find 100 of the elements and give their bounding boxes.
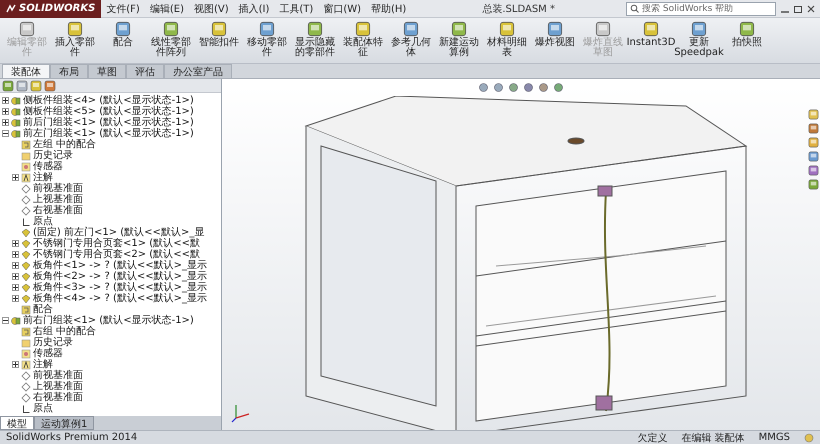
assembly-icon	[11, 106, 21, 116]
tree-item[interactable]: 原点	[33, 216, 53, 227]
assembly-icon	[11, 316, 21, 326]
tree-item[interactable]: 板角件<1> -> ? (默认<<默认>_显示	[33, 260, 207, 271]
command-tab[interactable]: 评估	[126, 64, 164, 78]
origin-icon	[22, 218, 30, 226]
tree-item[interactable]: 板角件<2> -> ? (默认<<默认>_显示	[33, 271, 207, 282]
assembly-icon	[11, 96, 21, 106]
menu-item[interactable]: 插入(I)	[234, 0, 274, 16]
menu-item[interactable]: 工具(T)	[274, 0, 318, 16]
assembly-icon	[11, 128, 21, 138]
expand-toggle[interactable]	[12, 295, 19, 302]
tree-item[interactable]: 右视基准面	[33, 392, 83, 403]
expand-toggle[interactable]	[12, 251, 19, 258]
expand-toggle[interactable]	[12, 284, 19, 291]
expand-toggle[interactable]	[12, 273, 19, 280]
menu-item[interactable]: 编辑(E)	[144, 0, 189, 16]
tree-item[interactable]: 不锈钢门专用合页套<1> (默认<<默	[33, 238, 200, 249]
tree-item[interactable]: 板角件<4> -> ? (默认<<默认>_显示	[33, 293, 207, 304]
tree-item[interactable]: 侧板件组装<4> (默认<显示状态-1>)	[23, 95, 194, 106]
tree-item[interactable]: 右组 中的配合	[33, 326, 96, 337]
tree-item[interactable]: 历史记录	[33, 150, 73, 161]
paperclip-icon	[21, 326, 31, 336]
sensor-icon	[21, 162, 31, 172]
toolbar-button[interactable]: 爆炸视图	[532, 21, 578, 48]
toolbar-button[interactable]: Instant3D	[628, 21, 674, 48]
toolbar-button[interactable]: 新建运动算例	[436, 21, 482, 58]
model-tab[interactable]: 模型	[0, 416, 34, 430]
tool-icon	[739, 21, 755, 37]
product-name: SolidWorks Premium 2014	[6, 432, 138, 443]
paperclip-icon	[21, 304, 31, 314]
tool-icon	[163, 21, 179, 37]
toolbar-button[interactable]: 显示隐藏的零部件	[292, 21, 338, 58]
tree-item[interactable]: 板角件<3> -> ? (默认<<默认>_显示	[33, 282, 207, 293]
expand-toggle[interactable]	[12, 174, 19, 181]
tree-item[interactable]: (固定) 前左门<1> (默认<<默认>_显	[33, 227, 204, 238]
model-tab[interactable]: 运动算例1	[34, 416, 94, 430]
tool-icon	[499, 21, 515, 37]
tree-item[interactable]: 上视基准面	[33, 381, 83, 392]
tree-item[interactable]: 传感器	[33, 161, 63, 172]
tool-icon	[355, 21, 371, 37]
tree-item[interactable]: 上视基准面	[33, 194, 83, 205]
tree-item[interactable]: 前右门组装<1> (默认<显示状态-1>)	[23, 315, 194, 326]
tool-icon	[643, 21, 659, 37]
command-tab[interactable]: 办公室产品	[164, 64, 232, 78]
expand-toggle[interactable]	[2, 317, 9, 324]
toolbar-button[interactable]: 拍快照	[724, 21, 770, 48]
toolbar-button[interactable]: 插入零部件	[52, 21, 98, 58]
expand-toggle[interactable]	[2, 108, 9, 115]
tool-icon	[307, 21, 323, 37]
tool-icon	[115, 21, 131, 37]
tree-item[interactable]: 传感器	[33, 348, 63, 359]
tree-item[interactable]: 注解	[33, 359, 53, 370]
expand-toggle[interactable]	[12, 240, 19, 247]
tree-item[interactable]: 前左门组装<1> (默认<显示状态-1>)	[23, 128, 194, 139]
toolbar-button[interactable]: 参考几何体	[388, 21, 434, 58]
menu-item[interactable]: 帮助(H)	[366, 0, 412, 16]
command-tab[interactable]: 布局	[50, 64, 88, 78]
menu-item[interactable]: 文件(F)	[101, 0, 145, 16]
tree-item[interactable]: 不锈钢门专用合页套<2> (默认<<默	[33, 249, 200, 260]
tool-icon	[451, 21, 467, 37]
toolbar-button[interactable]: 线性零部件阵列	[148, 21, 194, 58]
tree-item[interactable]: 原点	[33, 403, 53, 414]
tool-icon	[259, 21, 275, 37]
annotation-icon	[21, 360, 31, 370]
tool-icon	[19, 21, 35, 37]
tree-item[interactable]: 前视基准面	[33, 183, 83, 194]
expand-toggle[interactable]	[2, 130, 9, 137]
tree-item[interactable]: 前后门组装<1> (默认<显示状态-1>)	[23, 117, 194, 128]
paperclip-icon	[21, 140, 31, 150]
expand-toggle[interactable]	[12, 262, 19, 269]
tree-item[interactable]: 右视基准面	[33, 205, 83, 216]
tree-item[interactable]: 侧板件组装<5> (默认<显示状态-1>)	[23, 106, 194, 117]
tree-item[interactable]: 前视基准面	[33, 370, 83, 381]
command-tab[interactable]: 装配体	[2, 64, 50, 78]
status-text: 欠定义	[637, 432, 668, 444]
toolbar-button[interactable]: 配合	[100, 21, 146, 48]
tool-icon	[691, 21, 707, 37]
expand-toggle[interactable]	[2, 119, 9, 126]
tool-icon	[211, 21, 227, 37]
expand-toggle[interactable]	[2, 97, 9, 104]
tool-icon	[403, 21, 419, 37]
tree-item[interactable]: 左组 中的配合	[33, 139, 96, 150]
restore-icon[interactable]	[793, 4, 803, 14]
toolbar-button[interactable]: 装配体特征	[340, 21, 386, 58]
origin-icon	[22, 404, 30, 412]
toolbar-button[interactable]: 材料明细表	[484, 21, 530, 58]
toolbar-button[interactable]: 更新Speedpak	[676, 21, 722, 58]
tree-item[interactable]: 配合	[33, 304, 53, 315]
tree-item[interactable]: 注解	[33, 172, 53, 183]
command-tab[interactable]: 草图	[88, 64, 126, 78]
toolbar-button[interactable]: 移动零部件	[244, 21, 290, 58]
close-icon[interactable]	[806, 4, 816, 14]
toolbar-button[interactable]: 智能扣件	[196, 21, 242, 48]
units-selector[interactable]: MMGS	[758, 432, 790, 443]
menu-item[interactable]: 视图(V)	[188, 0, 234, 16]
app-logo: SOLIDWORKS	[0, 0, 102, 18]
tree-item[interactable]: 历史记录	[33, 337, 73, 348]
expand-toggle[interactable]	[12, 361, 19, 368]
menu-item[interactable]: 窗口(W)	[318, 0, 366, 16]
